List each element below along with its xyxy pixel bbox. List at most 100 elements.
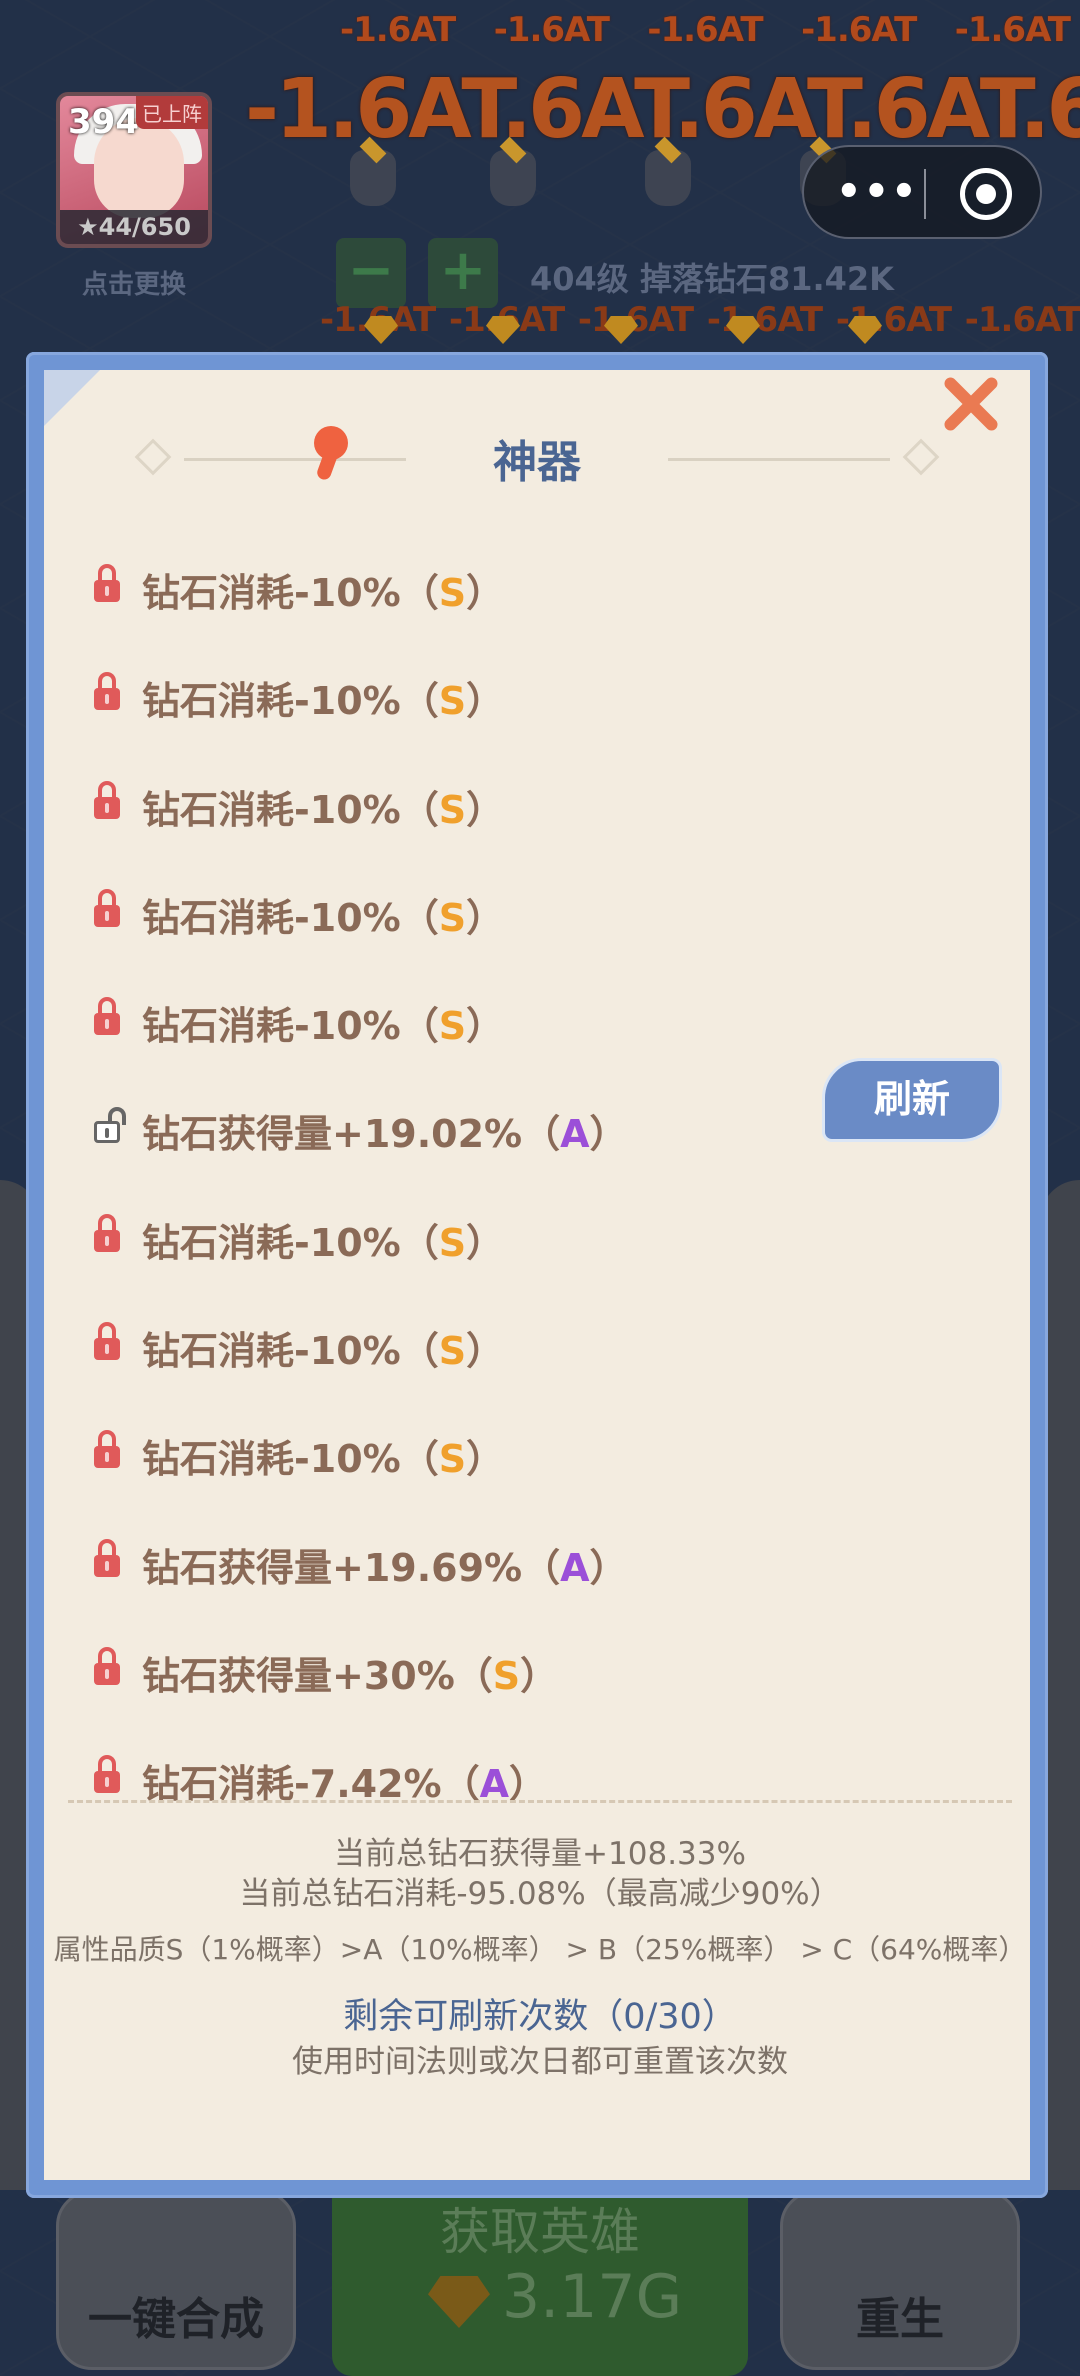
damage-numbers-mid: -1.6AT-1.6AT-1.6AT-1.6AT-1.6AT-1.6AT (320, 300, 1080, 340)
unlock-icon[interactable] (94, 1105, 126, 1144)
attribute-text: 钻石消耗-10%（S） (142, 779, 504, 834)
attribute-label: 钻石消耗-10%（ (142, 571, 439, 615)
lock-icon[interactable] (94, 888, 120, 927)
remaining-refresh-text: 剩余可刷新次数（0/30） (343, 1997, 737, 2037)
attribute-text: 钻石获得量+19.69%（A） (142, 1537, 628, 1592)
capsule-divider (924, 169, 926, 219)
get-hero-cost: 3.17G (502, 2262, 683, 2332)
title-line (668, 458, 890, 461)
merge-all-label: 一键合成 (88, 2294, 264, 2345)
refresh-button[interactable]: 刷新 (822, 1058, 1002, 1142)
attribute-grade: S (438, 1329, 467, 1374)
attribute-label: 钻石消耗-10%（ (142, 679, 439, 724)
damage-text: -1.6AT (706, 300, 823, 340)
change-hero-link[interactable]: 点击更换 (56, 264, 212, 301)
monster (645, 150, 691, 206)
attribute-text: 钻石消耗-10%（S） (142, 670, 504, 725)
attribute-grade: S (492, 1653, 521, 1698)
quality-info-text: 属性品质S（1%概率）>A（10%概率） > B（25%概率） > C（64%概… (53, 1933, 1027, 1966)
attribute-label: 钻石消耗-10%（ (142, 1329, 439, 1374)
divider (68, 1800, 1012, 1803)
attribute-grade: S (438, 1004, 467, 1049)
close-icon[interactable] (938, 370, 1004, 436)
attribute-close-paren: ） (466, 679, 505, 724)
attribute-label: 钻石获得量+19.69%（ (142, 1545, 561, 1590)
damage-text: -1.6AT (493, 10, 610, 50)
total-cost-text: 当前总钻石消耗-95.08%（最高减少90%） (239, 1876, 841, 1912)
damage-text: -1.6AT (647, 10, 763, 50)
lock-icon[interactable] (94, 1755, 120, 1794)
rebirth-button[interactable]: 重生 (780, 2190, 1020, 2370)
attribute-grade: S (438, 1437, 467, 1482)
lock-icon[interactable] (94, 564, 120, 602)
attribute-label: 钻石获得量+30%（ (142, 1653, 493, 1698)
attribute-row: 钻石消耗-10%（S） (90, 747, 1010, 855)
attribute-text: 钻石消耗-10%（S） (142, 562, 504, 617)
attribute-text: 钻石获得量+19.02%（A） (142, 1103, 628, 1158)
attribute-close-paren: ） (466, 1004, 505, 1049)
lock-icon[interactable] (94, 1646, 120, 1685)
attribute-row: 钻石获得量+30%（S） (90, 1613, 1010, 1721)
get-hero-label: 获取英雄 (440, 2203, 640, 2261)
attribute-text: 钻石消耗-10%（S） (142, 1320, 504, 1375)
attribute-label: 钻石获得量+19.02%（ (142, 1112, 561, 1157)
damage-text: -1.6AT (964, 300, 1080, 340)
attribute-grade: S (438, 571, 467, 615)
attribute-close-paren: ） (466, 571, 505, 615)
lock-icon[interactable] (94, 1322, 120, 1361)
lock-icon[interactable] (94, 780, 120, 819)
artifact-gem-icon (310, 426, 350, 482)
modal-header: 神器 (44, 426, 1030, 488)
damage-text: -1.6AT (801, 10, 917, 50)
close-miniprogram-icon[interactable] (960, 168, 1012, 220)
attribute-close-paren: ） (466, 1329, 505, 1374)
monster (490, 150, 536, 206)
attribute-label: 钻石消耗-10%（ (142, 1220, 439, 1265)
corner-fold-decoration (44, 370, 100, 426)
artifact-attribute-list: 钻石消耗-10%（S） 钻石消耗-10%（S） 钻石消耗-10%（S） 钻石消耗-10… (90, 530, 1010, 1830)
attribute-grade: S (438, 895, 467, 940)
lock-icon[interactable] (94, 1538, 120, 1577)
attribute-close-paren: ） (520, 1653, 559, 1698)
diamond-icon (428, 2276, 490, 2328)
lock-icon[interactable] (94, 997, 120, 1036)
get-hero-button[interactable]: 获取英雄 3.17G (332, 2190, 748, 2376)
attribute-text: 钻石消耗-10%（S） (142, 1212, 504, 1267)
attribute-label: 钻石消耗-10%（ (142, 895, 439, 940)
attribute-close-paren: ） (466, 1220, 505, 1265)
damage-text: -1.6AT (340, 10, 456, 50)
attribute-row: 钻石消耗-10%（S） (90, 530, 1010, 638)
attribute-text: 钻石获得量+30%（S） (142, 1645, 558, 1700)
attribute-row: 钻石消耗-10%（S） (90, 1180, 1010, 1288)
attribute-row: 钻石获得量+19.69%（A） (90, 1505, 1010, 1613)
rebirth-label: 重生 (856, 2294, 944, 2345)
reset-hint-text: 使用时间法则或次日都可重置该次数 (292, 2044, 788, 2080)
monster (350, 150, 396, 206)
attribute-text: 钻石消耗-10%（S） (142, 995, 504, 1050)
level-up-button[interactable]: + (428, 238, 498, 308)
attribute-close-paren: ） (589, 1112, 628, 1157)
level-info: 404级 掉落钻石81.42K (530, 260, 894, 298)
attribute-row: 钻石消耗-10%（S） (90, 1288, 1010, 1396)
lock-icon[interactable] (94, 1213, 120, 1252)
more-icon[interactable]: ••• (836, 169, 919, 215)
merge-all-button[interactable]: 一键合成 (56, 2190, 296, 2370)
attribute-label: 钻石消耗-10%（ (142, 1004, 439, 1049)
hero-star-count: ★44/650 (60, 210, 208, 244)
attribute-close-paren: ） (589, 1545, 628, 1590)
lock-icon[interactable] (94, 672, 120, 711)
damage-text: -1.6AT (954, 10, 1071, 50)
attribute-close-paren: ） (466, 787, 505, 832)
attribute-grade: S (438, 787, 467, 832)
level-down-button[interactable]: − (336, 238, 406, 308)
attribute-row: 钻石消耗-10%（S） (90, 638, 1010, 746)
hero-level: 394 (68, 102, 139, 142)
attribute-grade: A (560, 1112, 590, 1157)
damage-numbers-top: -1.6AT -1.6AT -1.6AT -1.6AT -1.6AT (340, 10, 1071, 50)
hero-card[interactable]: 394 已上阵 ★44/650 (56, 92, 212, 248)
attribute-grade: S (438, 679, 467, 724)
hero-deployed-tag: 已上阵 (136, 96, 208, 129)
total-gain-text: 当前总钻石获得量+108.33% (334, 1836, 746, 1872)
attribute-row: 钻石消耗-10%（S） (90, 855, 1010, 963)
lock-icon[interactable] (94, 1430, 120, 1469)
